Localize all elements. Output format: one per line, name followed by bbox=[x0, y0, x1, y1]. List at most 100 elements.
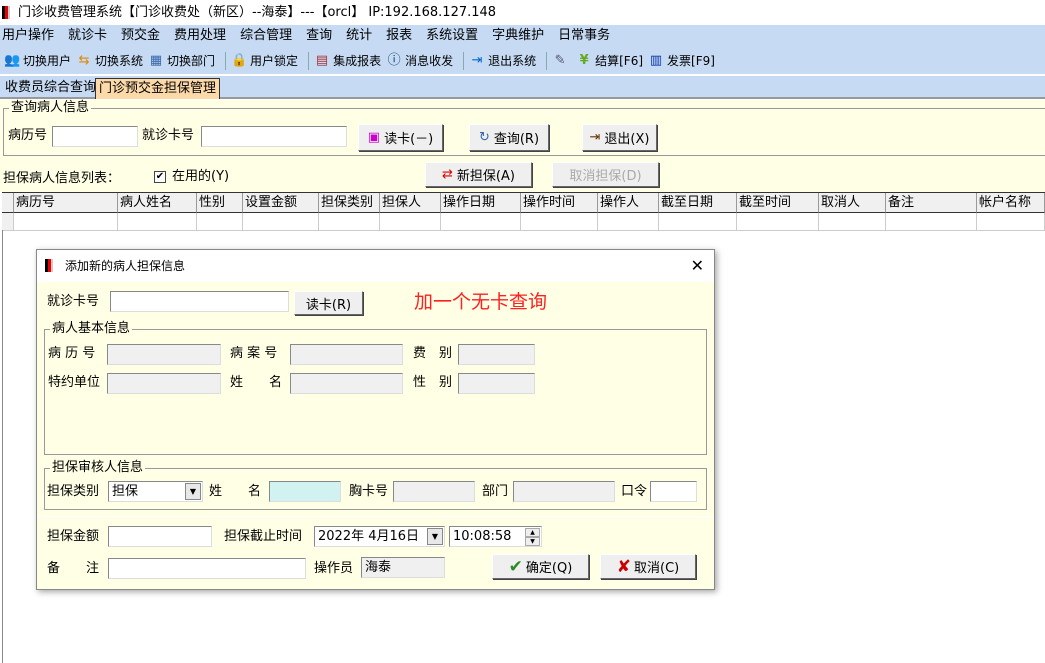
spin-up-icon[interactable]: ▲ bbox=[525, 528, 540, 537]
guarantee-type-label: 担保类别 bbox=[47, 484, 100, 499]
new-guarantee-button[interactable]: ⇄ 新担保(A) bbox=[425, 162, 532, 187]
app-icon bbox=[2, 6, 10, 19]
case-no-label: 病 案 号 bbox=[230, 346, 278, 361]
table-cell[interactable] bbox=[819, 213, 886, 231]
column-header[interactable]: 操作日期 bbox=[441, 193, 521, 213]
dlg-card-no-label: 就诊卡号 bbox=[47, 294, 100, 309]
tab-cashier-query[interactable]: 收费员综合查询 bbox=[2, 78, 99, 99]
department-icon: ▦ bbox=[149, 52, 163, 68]
password-input[interactable] bbox=[650, 481, 697, 502]
tab-bar: 收费员综合查询 门诊预交金担保管理 bbox=[0, 76, 1045, 99]
table-cell[interactable] bbox=[598, 213, 659, 231]
menu-query[interactable]: 查询 bbox=[304, 25, 340, 47]
column-header[interactable]: 病历号 bbox=[14, 193, 118, 213]
messages-button[interactable]: ⓘ 消息收发 bbox=[386, 52, 454, 69]
integrated-report-button[interactable]: ▤ 集成报表 bbox=[314, 52, 381, 69]
table-cell[interactable] bbox=[197, 213, 243, 231]
fee-type-label: 费 别 bbox=[413, 346, 453, 361]
table-cell[interactable] bbox=[659, 213, 737, 231]
close-icon[interactable]: ✕ bbox=[691, 250, 704, 282]
table-cell[interactable] bbox=[521, 213, 598, 231]
chevron-down-icon[interactable]: ▼ bbox=[185, 483, 201, 500]
exit-icon: ⇥ bbox=[471, 52, 483, 68]
spin-down-icon[interactable]: ▼ bbox=[525, 537, 540, 546]
annotation-text: 加一个无卡查询 bbox=[414, 291, 548, 313]
menu-general[interactable]: 综合管理 bbox=[238, 25, 300, 47]
exit-button[interactable]: ⇥ 退出(X) bbox=[582, 124, 657, 151]
dlg-read-card-button[interactable]: 读卡(R) bbox=[294, 291, 363, 315]
guarantee-type-select[interactable]: 担保 ▼ bbox=[108, 481, 203, 502]
switch-department-button[interactable]: ▦ 切换部门 bbox=[148, 52, 215, 69]
table-cell[interactable] bbox=[977, 213, 1045, 231]
table-cell[interactable] bbox=[886, 213, 977, 231]
table-cell[interactable] bbox=[118, 213, 197, 231]
edit-button[interactable]: ✎ bbox=[552, 53, 571, 69]
department-label: 部门 bbox=[482, 484, 509, 499]
in-use-label[interactable]: 在用的(Y) bbox=[172, 168, 229, 186]
report-icon: ▤ bbox=[315, 52, 329, 68]
auditor-name-input[interactable] bbox=[269, 481, 341, 502]
menu-daily[interactable]: 日常事务 bbox=[556, 25, 618, 47]
menu-stats[interactable]: 统计 bbox=[344, 25, 380, 47]
cancel-button[interactable]: ✘ 取消(C) bbox=[600, 554, 696, 579]
switch-system-button[interactable]: ⇆ 切换系统 bbox=[76, 52, 143, 69]
column-header[interactable]: 帐户名称 bbox=[977, 193, 1045, 213]
name-field bbox=[290, 373, 403, 394]
badge-no-field bbox=[393, 481, 475, 502]
column-header[interactable]: 取消人 bbox=[819, 193, 886, 213]
menu-dictionary[interactable]: 字典维护 bbox=[490, 25, 552, 47]
deadline-date-picker[interactable]: 2022年 4月16日 ▼ bbox=[314, 526, 445, 547]
menu-card[interactable]: 就诊卡 bbox=[66, 25, 115, 47]
card-no-input[interactable] bbox=[201, 126, 347, 147]
column-header[interactable]: 病人姓名 bbox=[118, 193, 197, 213]
menu-fees[interactable]: 费用处理 bbox=[172, 25, 234, 47]
chevron-down-icon[interactable]: ▼ bbox=[427, 528, 443, 545]
search-button[interactable]: ↻ 查询(R) bbox=[469, 124, 549, 151]
table-cell[interactable] bbox=[319, 213, 380, 231]
column-header[interactable]: 担保人 bbox=[380, 193, 441, 213]
remark-input[interactable] bbox=[108, 558, 306, 579]
deadline-label: 担保截止时间 bbox=[224, 529, 303, 544]
column-header[interactable]: 备注 bbox=[886, 193, 977, 213]
table-cell[interactable] bbox=[14, 213, 118, 231]
column-header[interactable]: 性别 bbox=[197, 193, 243, 213]
cancel-guarantee-button[interactable]: 取消担保(D) bbox=[552, 162, 659, 187]
badge-no-label: 胸卡号 bbox=[349, 484, 389, 499]
amount-input[interactable] bbox=[108, 526, 212, 547]
password-label: 口令 bbox=[621, 484, 648, 499]
column-header[interactable]: 截至时间 bbox=[737, 193, 819, 213]
column-header[interactable]: 担保类别 bbox=[319, 193, 380, 213]
record-no-field bbox=[107, 344, 221, 365]
row-indicator[interactable] bbox=[2, 213, 14, 231]
column-header[interactable]: 设置金额 bbox=[243, 193, 319, 213]
divider bbox=[463, 51, 465, 70]
deadline-time-input[interactable]: 10:08:58 ▲ ▼ bbox=[449, 526, 542, 547]
table-cell[interactable] bbox=[441, 213, 521, 231]
amount-label: 担保金额 bbox=[47, 529, 100, 544]
gender-field bbox=[458, 373, 535, 394]
column-header[interactable]: 截至日期 bbox=[659, 193, 737, 213]
menu-user-ops[interactable]: 用户操作 bbox=[0, 25, 62, 47]
menu-prepay[interactable]: 预交金 bbox=[119, 25, 168, 47]
in-use-checkbox[interactable]: ✔ bbox=[154, 171, 166, 183]
exit-system-button[interactable]: ⇥ 退出系统 bbox=[469, 52, 536, 69]
record-no-input[interactable] bbox=[52, 126, 138, 147]
switch-user-button[interactable]: 👥 切换用户 bbox=[4, 52, 71, 69]
ok-button[interactable]: ✔ 确定(Q) bbox=[492, 554, 589, 579]
dlg-card-no-input[interactable] bbox=[110, 291, 289, 312]
menu-settings[interactable]: 系统设置 bbox=[424, 25, 486, 47]
read-card-button[interactable]: ▣ 读卡(－) bbox=[358, 124, 443, 151]
table-cell[interactable] bbox=[380, 213, 441, 231]
table-cell[interactable] bbox=[737, 213, 819, 231]
app-icon bbox=[45, 259, 53, 272]
tab-prepay-guarantee[interactable]: 门诊预交金担保管理 bbox=[95, 78, 221, 99]
invoice-button[interactable]: ▥ 发票[F9] bbox=[648, 52, 715, 69]
menu-bar: 用户操作 就诊卡 预交金 费用处理 综合管理 查询 统计 报表 系统设置 字典维… bbox=[0, 25, 1045, 47]
user-lock-button[interactable]: 🔒 用户锁定 bbox=[231, 52, 298, 69]
column-header[interactable]: 操作人 bbox=[598, 193, 659, 213]
settle-button[interactable]: ¥ 结算[F6] bbox=[576, 52, 643, 69]
column-header[interactable]: 操作时间 bbox=[521, 193, 598, 213]
table-cell[interactable] bbox=[243, 213, 319, 231]
menu-reports[interactable]: 报表 bbox=[384, 25, 420, 47]
card-no-label: 就诊卡号 bbox=[142, 128, 195, 143]
